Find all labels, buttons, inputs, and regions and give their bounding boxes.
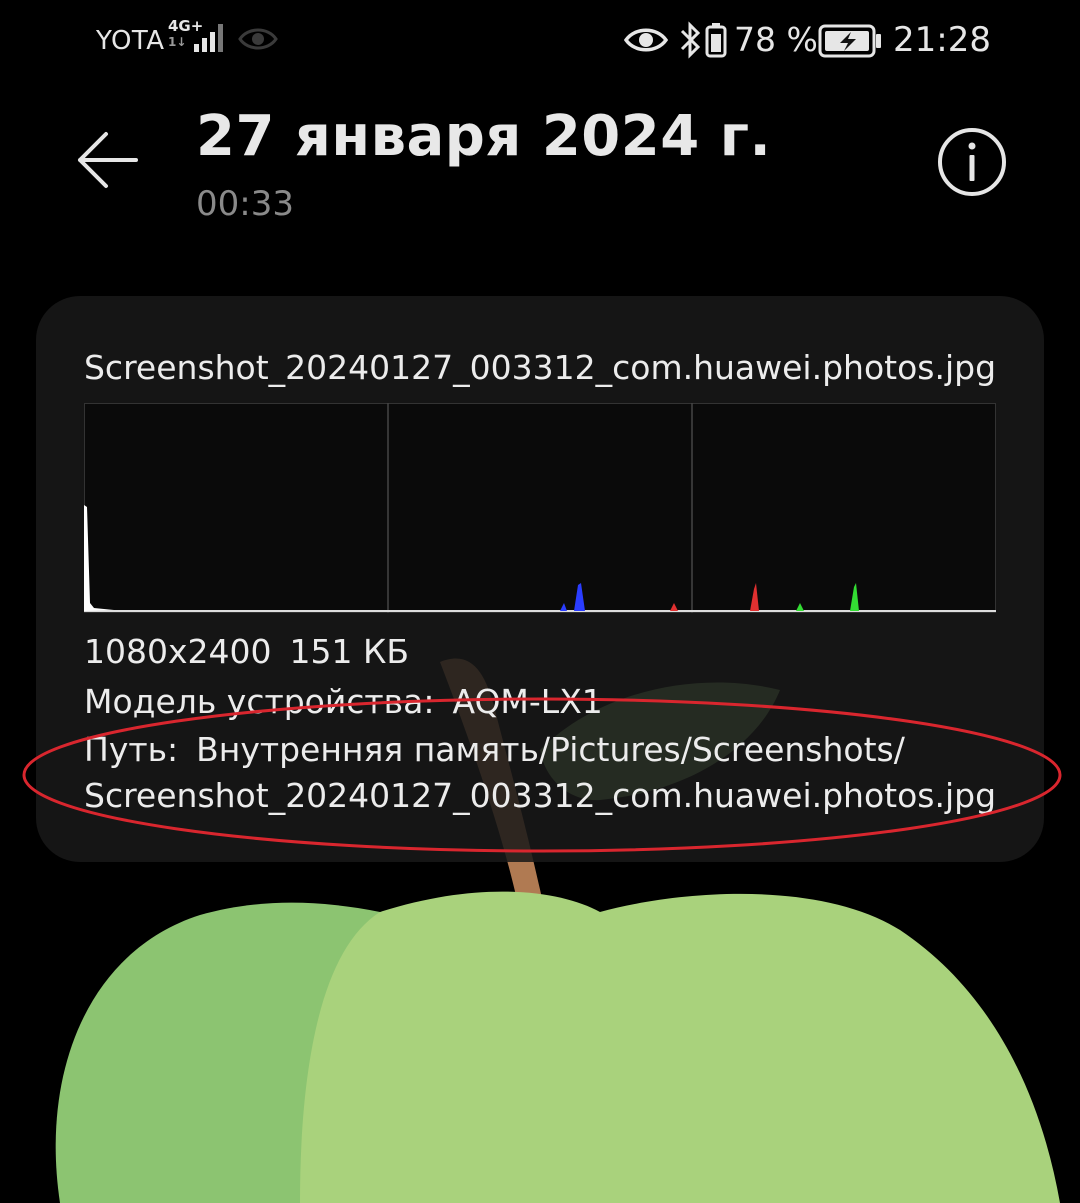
page-subtitle: 00:33 — [196, 184, 294, 224]
page-title: 27 января 2024 г. — [196, 104, 772, 169]
path-label: Путь: — [84, 730, 179, 769]
charging-icon — [818, 24, 881, 58]
battery-percent: 78 % — [734, 20, 818, 59]
eye-icon — [624, 28, 668, 52]
resolution-and-size: 1080x2400 151 КБ — [84, 632, 409, 671]
apple-body — [300, 891, 1060, 1203]
path-value-line1: Внутренняя память/Pictures/Screenshots/ — [196, 730, 905, 769]
device-model-label: Модель устройства: — [84, 682, 435, 721]
histogram — [84, 403, 996, 613]
path-row: Путь: Внутренняя память/Pictures/Screensh… — [84, 730, 905, 769]
path-value-line2: Screenshot_20240127_003312_com.huawei.ph… — [84, 776, 997, 815]
file-size-value: 151 КБ — [289, 632, 410, 671]
status-bar: YOTA 4G+ 1↓ 78 % 21:28 — [0, 0, 1080, 82]
clock: 21:28 — [893, 20, 991, 60]
device-model-value: AQM-LX1 — [452, 682, 603, 721]
device-model-row: Модель устройства: AQM-LX1 — [84, 682, 603, 721]
bluetooth-icon — [680, 21, 701, 59]
file-name: Screenshot_20240127_003312_com.huawei.ph… — [83, 348, 997, 387]
eye-off-icon — [238, 28, 278, 50]
back-arrow-icon[interactable] — [76, 128, 140, 192]
carrier-label: YOTA — [96, 26, 165, 56]
battery-icon — [705, 23, 727, 58]
resolution-value: 1080x2400 — [84, 632, 272, 671]
info-icon[interactable] — [936, 126, 1008, 198]
signal-icon — [194, 24, 223, 52]
